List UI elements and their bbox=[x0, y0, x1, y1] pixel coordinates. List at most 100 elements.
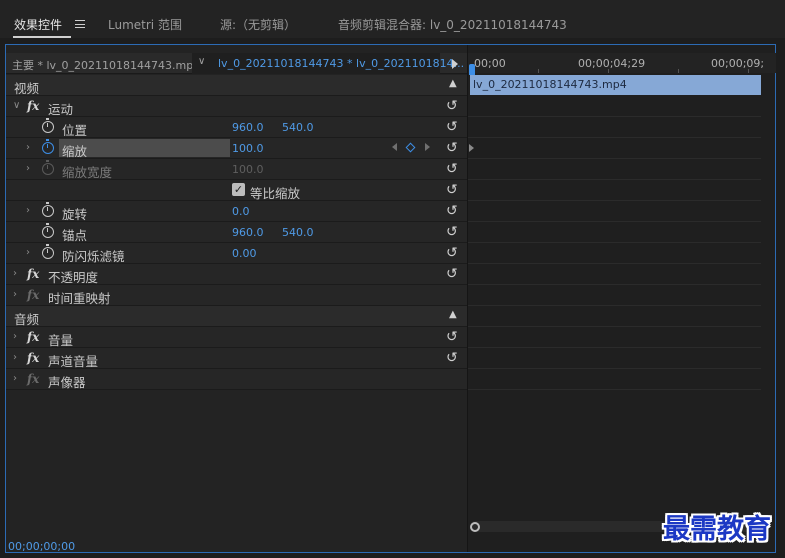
rotation-label: 旋转 bbox=[62, 207, 88, 222]
toggle-timeline-icon[interactable] bbox=[452, 59, 458, 69]
fx-icon[interactable]: fx bbox=[27, 330, 39, 344]
timeline-clip[interactable]: lv_0_20211018144743.mp4 bbox=[470, 75, 761, 95]
timeline-clip-name: lv_0_20211018144743.mp4 bbox=[473, 78, 627, 91]
stopwatch-icon[interactable] bbox=[42, 223, 54, 238]
sequence-clip-selector[interactable]: ∨ lv_0_20211018144743 * lv_0_2021101814.… bbox=[192, 53, 464, 74]
audio-section-header: 音频 ▲ bbox=[6, 306, 467, 327]
reset-icon[interactable]: ↺ bbox=[446, 329, 458, 345]
position-y-value[interactable]: 540.0 bbox=[282, 121, 314, 134]
property-row-uniform-scale: ✓ 等比缩放 ↺ bbox=[6, 180, 467, 201]
property-row-flicker: › 防闪烁滤镜 0.00 ↺ bbox=[6, 243, 467, 264]
ruler-tick bbox=[608, 69, 609, 73]
fx-icon[interactable]: fx bbox=[27, 351, 39, 365]
stopwatch-icon[interactable] bbox=[42, 139, 54, 154]
reset-icon[interactable]: ↺ bbox=[446, 182, 458, 198]
timecode-end: 00;00;09; bbox=[711, 57, 765, 70]
flicker-value[interactable]: 0.00 bbox=[232, 247, 257, 260]
chevron-down-icon[interactable]: ∨ bbox=[13, 100, 20, 111]
collapse-up-icon[interactable]: ▲ bbox=[449, 309, 457, 320]
chevron-right-icon[interactable]: › bbox=[13, 331, 17, 342]
property-row-scale: › 缩放 100.0 ↺ bbox=[6, 138, 467, 159]
next-keyframe-icon[interactable] bbox=[425, 143, 430, 151]
track-divider bbox=[468, 116, 761, 117]
tab-source[interactable]: 源:（无剪辑） bbox=[220, 16, 296, 33]
track-divider bbox=[468, 326, 761, 327]
master-clip-label[interactable]: 主要 * lv_0_20211018144743.mp4 bbox=[12, 57, 200, 73]
panel-tab-bar: 效果控件 Lumetri 范围 源:（无剪辑） 音频剪辑混合器: lv_0_20… bbox=[0, 0, 785, 38]
stopwatch-icon[interactable] bbox=[42, 202, 54, 217]
chevron-right-icon[interactable]: › bbox=[26, 163, 30, 174]
zoom-handle[interactable] bbox=[470, 522, 480, 532]
opacity-label: 不透明度 bbox=[48, 270, 99, 285]
add-keyframe-icon[interactable] bbox=[405, 142, 416, 153]
track-divider bbox=[468, 263, 761, 264]
scale-width-label: 缩放宽度 bbox=[62, 165, 113, 180]
chevron-right-icon[interactable]: › bbox=[26, 247, 30, 258]
anchor-y-value[interactable]: 540.0 bbox=[282, 226, 314, 239]
reset-icon[interactable]: ↺ bbox=[446, 161, 458, 177]
track-divider bbox=[468, 200, 761, 201]
effect-row-panner[interactable]: › fx 声像器 bbox=[6, 369, 467, 390]
effect-controls-panel: 主要 * lv_0_20211018144743.mp4 ∨ lv_0_2021… bbox=[5, 44, 776, 553]
uniform-scale-checkbox[interactable]: ✓ bbox=[232, 183, 245, 196]
active-tab-underline bbox=[13, 36, 71, 38]
position-x-value[interactable]: 960.0 bbox=[232, 121, 264, 134]
tab-effect-controls[interactable]: 效果控件 bbox=[14, 16, 62, 33]
effect-properties-pane: 主要 * lv_0_20211018144743.mp4 ∨ lv_0_2021… bbox=[6, 45, 467, 553]
audio-section-label: 音频 bbox=[14, 312, 40, 327]
effect-row-channel-volume[interactable]: › fx 声道音量 ↺ bbox=[6, 348, 467, 369]
chevron-right-icon[interactable]: › bbox=[13, 289, 17, 300]
rotation-value[interactable]: 0.0 bbox=[232, 205, 250, 218]
effect-row-motion[interactable]: ∨ fx 运动 ↺ bbox=[6, 96, 467, 117]
track-divider bbox=[468, 368, 761, 369]
time-remap-label: 时间重映射 bbox=[48, 291, 111, 306]
property-row-scale-width: › 缩放宽度 100.0 ↺ bbox=[6, 159, 467, 180]
playhead-icon[interactable] bbox=[469, 64, 475, 75]
reset-icon[interactable]: ↺ bbox=[446, 203, 458, 219]
track-divider bbox=[468, 389, 761, 390]
reset-icon[interactable]: ↺ bbox=[446, 98, 458, 114]
chevron-right-icon[interactable]: › bbox=[26, 205, 30, 216]
time-ruler[interactable]: 00;00 00;00;04;29 00;00;09; bbox=[468, 53, 776, 75]
scale-value[interactable]: 100.0 bbox=[232, 142, 264, 155]
collapse-up-icon[interactable]: ▲ bbox=[449, 78, 457, 89]
reset-icon[interactable]: ↺ bbox=[446, 350, 458, 366]
chevron-right-icon[interactable]: › bbox=[13, 373, 17, 384]
reset-icon[interactable]: ↺ bbox=[446, 245, 458, 261]
track-divider bbox=[468, 242, 761, 243]
panel-menu-icon[interactable] bbox=[75, 20, 85, 28]
chevron-down-icon[interactable]: ∨ bbox=[198, 56, 205, 67]
tab-lumetri-scopes[interactable]: Lumetri 范围 bbox=[108, 16, 182, 33]
stopwatch-icon[interactable] bbox=[42, 244, 54, 259]
reset-icon[interactable]: ↺ bbox=[446, 140, 458, 156]
tab-audio-clip-mixer[interactable]: 音频剪辑混合器: lv_0_20211018144743 bbox=[338, 16, 567, 33]
previous-keyframe-icon[interactable] bbox=[392, 143, 397, 151]
effect-row-opacity[interactable]: › fx 不透明度 ↺ bbox=[6, 264, 467, 285]
track-divider bbox=[468, 158, 761, 159]
current-timecode[interactable]: 00;00;00;00 bbox=[8, 540, 75, 553]
effect-row-volume[interactable]: › fx 音量 ↺ bbox=[6, 327, 467, 348]
property-row-position: 位置 960.0 540.0 ↺ bbox=[6, 117, 467, 138]
fx-icon[interactable]: fx bbox=[27, 99, 39, 113]
timecode-mid: 00;00;04;29 bbox=[578, 57, 646, 70]
track-divider bbox=[468, 305, 761, 306]
anchor-x-value[interactable]: 960.0 bbox=[232, 226, 264, 239]
reset-icon[interactable]: ↺ bbox=[446, 224, 458, 240]
flicker-label: 防闪烁滤镜 bbox=[62, 249, 125, 264]
chevron-right-icon[interactable]: › bbox=[26, 142, 30, 153]
scale-width-value: 100.0 bbox=[232, 163, 264, 176]
uniform-scale-label: 等比缩放 bbox=[250, 186, 301, 201]
ruler-tick bbox=[748, 69, 749, 73]
effect-row-time-remap[interactable]: › fx 时间重映射 bbox=[6, 285, 467, 306]
chevron-right-icon[interactable]: › bbox=[13, 268, 17, 279]
chevron-right-icon[interactable]: › bbox=[13, 352, 17, 363]
anchor-label: 锚点 bbox=[62, 228, 88, 243]
reset-icon[interactable]: ↺ bbox=[446, 266, 458, 282]
fx-icon[interactable]: fx bbox=[27, 267, 39, 281]
sequence-clip-label[interactable]: lv_0_20211018144743 * lv_0_2021101814... bbox=[218, 57, 464, 70]
ruler-tick bbox=[538, 69, 539, 73]
stopwatch-icon[interactable] bbox=[42, 118, 54, 133]
reset-icon[interactable]: ↺ bbox=[446, 119, 458, 135]
stopwatch-icon bbox=[42, 160, 54, 175]
track-divider bbox=[468, 284, 761, 285]
